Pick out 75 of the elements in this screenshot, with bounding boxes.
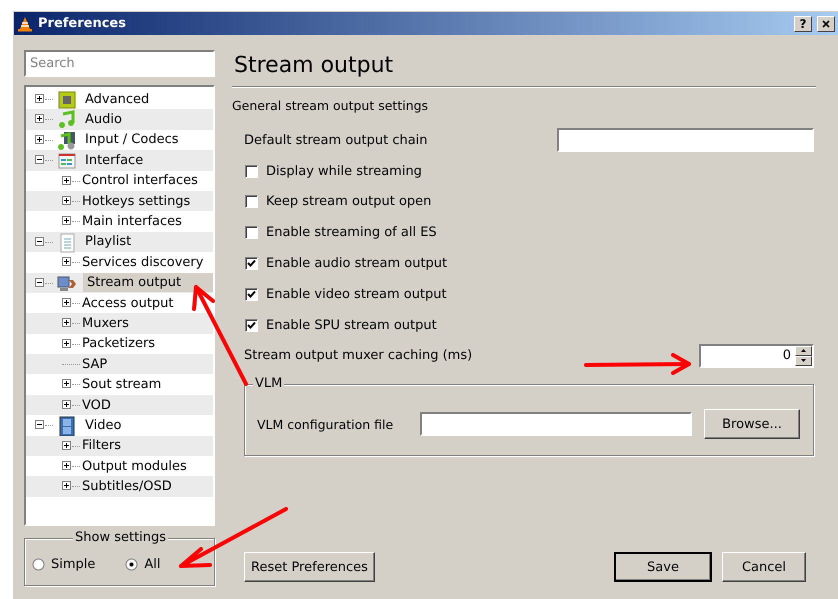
tree-item[interactable]: Services discovery bbox=[80, 252, 206, 272]
expand-icon[interactable] bbox=[62, 379, 71, 388]
expand-icon[interactable] bbox=[62, 481, 71, 490]
checkbox[interactable] bbox=[245, 226, 258, 240]
input-field[interactable] bbox=[557, 128, 814, 152]
cone-icon bbox=[17, 16, 33, 32]
expand-icon[interactable] bbox=[35, 134, 44, 144]
panel-subtitle: General stream output settings bbox=[232, 98, 430, 115]
tree-item[interactable]: SAP bbox=[80, 354, 110, 374]
reset-button[interactable]: Reset Preferences bbox=[244, 552, 375, 582]
tree-item[interactable]: Output modules bbox=[80, 456, 189, 476]
search-field[interactable]: Search bbox=[24, 50, 215, 77]
expand-icon[interactable] bbox=[62, 400, 71, 409]
browse-button[interactable]: Browse... bbox=[704, 409, 800, 440]
checkbox-option[interactable]: Enable SPU stream output bbox=[244, 318, 437, 333]
expand-icon[interactable] bbox=[35, 114, 44, 124]
film-icon bbox=[57, 416, 77, 436]
up-arrow-icon[interactable] bbox=[801, 349, 806, 352]
expand-icon[interactable] bbox=[62, 338, 71, 348]
checkbox-option[interactable]: Enable audio stream output bbox=[244, 256, 448, 272]
expand-icon[interactable] bbox=[62, 318, 71, 328]
setting-label: VLM configuration file bbox=[257, 416, 394, 432]
expand-icon[interactable] bbox=[62, 461, 71, 470]
tree-item[interactable]: Packetizers bbox=[80, 334, 158, 354]
tree-item[interactable]: Video bbox=[83, 416, 124, 435]
expand-icon[interactable] bbox=[62, 440, 71, 450]
close-button[interactable] bbox=[817, 16, 835, 32]
spin-field[interactable]: 0 bbox=[699, 344, 814, 368]
file-field[interactable] bbox=[420, 412, 692, 436]
monitor-arrow-icon bbox=[57, 274, 77, 294]
collapse-icon[interactable] bbox=[35, 236, 44, 246]
number-input[interactable]: 0 bbox=[701, 346, 795, 366]
panel-title: Stream output bbox=[233, 52, 394, 80]
checkbox[interactable] bbox=[245, 288, 258, 301]
radio-button[interactable] bbox=[32, 558, 45, 571]
tree-item[interactable]: Access output bbox=[80, 294, 176, 313]
checkbox[interactable] bbox=[245, 257, 258, 270]
collapse-icon[interactable] bbox=[35, 278, 44, 287]
expand-icon[interactable] bbox=[62, 257, 71, 266]
tree-item[interactable]: Advanced bbox=[83, 90, 152, 109]
window-title: Preferences bbox=[38, 16, 127, 31]
checkbox[interactable] bbox=[245, 195, 258, 208]
music-gear-icon bbox=[57, 130, 77, 151]
chip-icon bbox=[57, 90, 77, 110]
down-arrow-icon[interactable] bbox=[801, 359, 806, 362]
checkbox-option[interactable]: Enable video stream output bbox=[244, 286, 447, 302]
tree-item[interactable]: Input / Codecs bbox=[83, 130, 181, 150]
help-button[interactable]: ? bbox=[794, 16, 812, 32]
save-button[interactable]: Save bbox=[614, 552, 712, 582]
setting-label: Default stream output chain bbox=[244, 132, 428, 148]
cancel-button[interactable]: Cancel bbox=[722, 552, 806, 582]
radio-option[interactable]: Simple bbox=[32, 557, 96, 572]
group-title: Show settings bbox=[73, 530, 168, 545]
expand-icon[interactable] bbox=[62, 216, 71, 226]
music-note-icon bbox=[57, 110, 77, 130]
expand-icon[interactable] bbox=[35, 94, 44, 103]
expand-icon[interactable] bbox=[62, 298, 71, 307]
checkbox-option[interactable]: Enable streaming of all ES bbox=[244, 225, 437, 240]
checkbox-option[interactable]: Keep stream output open bbox=[244, 194, 432, 210]
tree-item[interactable]: Sout stream bbox=[80, 375, 164, 394]
radio-option[interactable]: All bbox=[125, 557, 161, 572]
expand-icon[interactable] bbox=[62, 176, 71, 185]
collapse-icon[interactable] bbox=[35, 155, 44, 164]
tree-item[interactable]: Stream output bbox=[83, 273, 213, 292]
setting-label: Stream output muxer caching (ms) bbox=[244, 348, 472, 364]
checkbox[interactable] bbox=[245, 164, 258, 178]
tree-item[interactable]: VOD bbox=[80, 396, 113, 415]
close-icon[interactable] bbox=[822, 20, 830, 28]
tree-item[interactable]: Main interfaces bbox=[80, 212, 184, 232]
collapse-icon[interactable] bbox=[35, 420, 44, 430]
tree-item[interactable]: Control interfaces bbox=[80, 171, 200, 190]
radio-button[interactable] bbox=[125, 558, 138, 571]
checkbox-option[interactable]: Display while streaming bbox=[244, 164, 422, 179]
checkbox[interactable] bbox=[245, 318, 258, 332]
expand-icon[interactable] bbox=[62, 196, 71, 205]
